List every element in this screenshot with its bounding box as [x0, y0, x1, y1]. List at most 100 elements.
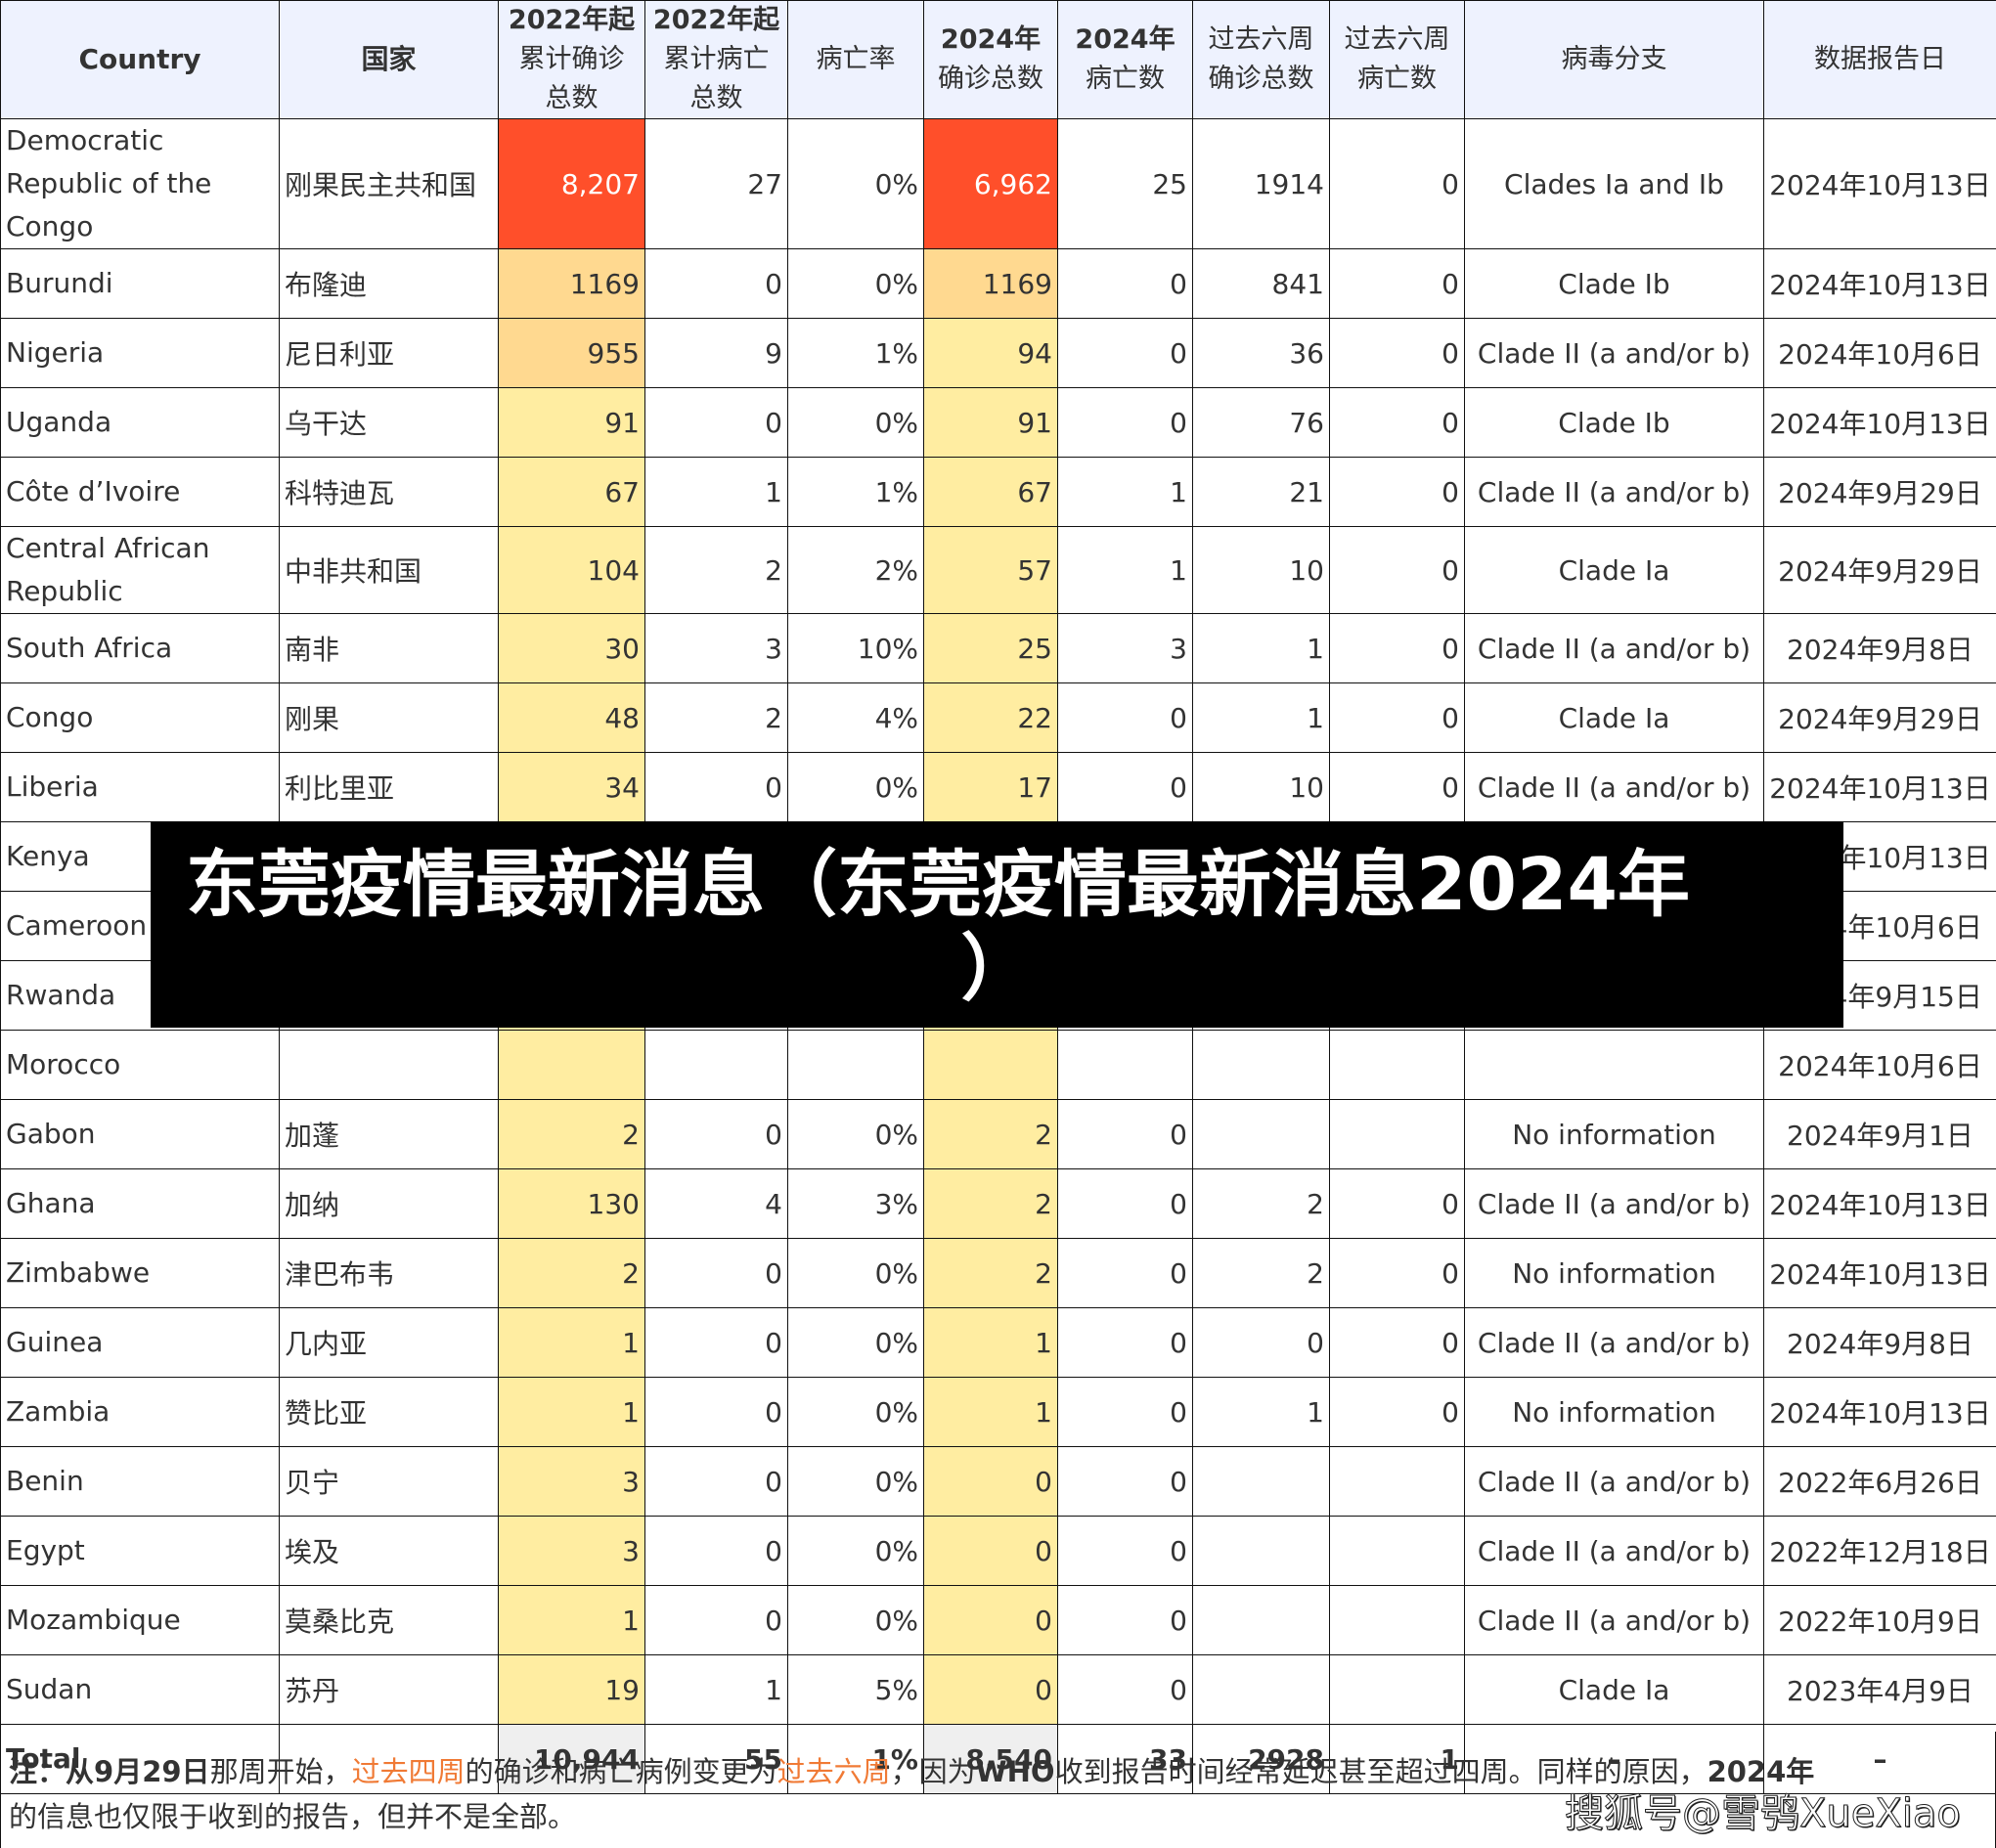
cases-6w-cell: 1914 — [1192, 118, 1330, 249]
cases-6w-cell — [1192, 1585, 1330, 1655]
header-line: 病亡数 — [1357, 64, 1437, 94]
table-row: Democratic Republic of the Congo 刚果民主共和国 8… — [0, 118, 1996, 249]
cum-deaths-cell: 0 — [644, 1585, 788, 1655]
deaths-6w-cell: 0 — [1329, 318, 1465, 388]
header-cases-6w: 过去六周 确诊总数 — [1192, 0, 1330, 119]
table-row: Egypt 埃及 3 0 0% 0 0 Clade II (a and/or b) 2022年1… — [0, 1516, 1996, 1586]
report-date-cell: 2024年9月29日 — [1763, 526, 1996, 614]
report-date-cell: 2022年10月9日 — [1763, 1585, 1996, 1655]
header-line: 总数 — [689, 83, 743, 113]
table-row: Guinea 几内亚 1 0 0% 1 0 0 0 Clade II (a and/or b) 20… — [0, 1307, 1996, 1378]
note-text: 的确诊和病亡病例变更为 — [465, 1755, 777, 1788]
cum-cases-cell: 34 — [498, 752, 645, 822]
table-row: Sudan 苏丹 19 1 5% 0 0 Clade Ia 2023年4月9日 — [0, 1654, 1996, 1725]
country-cell: Gabon — [0, 1099, 280, 1169]
report-date-cell: 2024年10月13日 — [1763, 1168, 1996, 1239]
cfr-cell: 0% — [787, 1446, 924, 1517]
deaths-2024-cell: 0 — [1057, 1099, 1193, 1169]
cum-deaths-cell: 3 — [644, 613, 788, 683]
header-line: 2022年起 — [508, 5, 636, 35]
cases-6w-cell: 1 — [1192, 682, 1330, 753]
cfr-cell: 1% — [787, 457, 924, 527]
cases-6w-cell: 1 — [1192, 613, 1330, 683]
cum-cases-cell: 48 — [498, 682, 645, 753]
clade-cell: No information — [1464, 1099, 1764, 1169]
note-text: 从9月29日 — [66, 1755, 210, 1788]
clade-cell: Clade II (a and/or b) — [1464, 752, 1764, 822]
country-cell: Liberia — [0, 752, 280, 822]
table-row: Benin 贝宁 3 0 0% 0 0 Clade II (a and/or b) 2022年6… — [0, 1446, 1996, 1517]
note-text: ，因为 — [890, 1755, 976, 1788]
clade-cell: Clade II (a and/or b) — [1464, 613, 1764, 683]
report-date-cell: 2024年9月8日 — [1763, 613, 1996, 683]
country-zh-cell: 南非 — [279, 613, 499, 683]
clade-cell: Clade II (a and/or b) — [1464, 457, 1764, 527]
clade-cell: Clade II (a and/or b) — [1464, 1307, 1764, 1378]
cum-deaths-cell: 0 — [644, 248, 788, 319]
table-row: Congo 刚果 48 2 4% 22 0 1 0 Clade Ia 2024年9月29日 — [0, 682, 1996, 753]
country-cell: Benin — [0, 1446, 280, 1517]
table-row: Gabon 加蓬 2 0 0% 2 0 No information 2024年9月1日 — [0, 1099, 1996, 1169]
cum-deaths-cell: 2 — [644, 526, 788, 614]
header-line: 累计病亡 — [663, 44, 770, 74]
country-zh-cell: 苏丹 — [279, 1654, 499, 1725]
header-cases-2024: 2024年 确诊总数 — [923, 0, 1058, 119]
cases-6w-cell — [1192, 1516, 1330, 1586]
cfr-cell — [787, 1030, 924, 1100]
deaths-2024-cell — [1057, 1030, 1193, 1100]
country-zh-cell: 贝宁 — [279, 1446, 499, 1517]
report-date-cell: 2022年12月18日 — [1763, 1516, 1996, 1586]
cases-2024-cell: 25 — [923, 613, 1058, 683]
deaths-6w-cell — [1329, 1654, 1465, 1725]
deaths-6w-cell: 0 — [1329, 526, 1465, 614]
country-cell: Zambia — [0, 1377, 280, 1447]
header-line: 病亡数 — [1086, 64, 1165, 94]
clade-cell: Clade II (a and/or b) — [1464, 1168, 1764, 1239]
header-line: 2022年起 — [652, 5, 780, 35]
cases-6w-cell — [1192, 1099, 1330, 1169]
note-prefix: 注： — [9, 1755, 67, 1788]
deaths-6w-cell: 0 — [1329, 1168, 1465, 1239]
deaths-2024-cell: 0 — [1057, 1654, 1193, 1725]
country-zh-cell: 利比里亚 — [279, 752, 499, 822]
cum-deaths-cell: 1 — [644, 1654, 788, 1725]
country-zh-cell: 津巴布韦 — [279, 1238, 499, 1308]
clade-cell: Clade II (a and/or b) — [1464, 318, 1764, 388]
deaths-2024-cell: 0 — [1057, 1446, 1193, 1517]
clade-cell: No information — [1464, 1238, 1764, 1308]
country-cell: Democratic Republic of the Congo — [0, 118, 280, 249]
cases-2024-cell: 2 — [923, 1238, 1058, 1308]
country-cell: Ghana — [0, 1168, 280, 1239]
cases-6w-cell: 10 — [1192, 752, 1330, 822]
deaths-6w-cell: 0 — [1329, 387, 1465, 458]
table-row: Nigeria 尼日利亚 955 9 1% 94 0 36 0 Clade II (a and/o… — [0, 318, 1996, 388]
report-date-cell: 2024年10月13日 — [1763, 387, 1996, 458]
country-zh-cell: 尼日利亚 — [279, 318, 499, 388]
clade-cell — [1464, 1030, 1764, 1100]
report-date-cell: 2024年9月8日 — [1763, 1307, 1996, 1378]
cases-2024-cell: 17 — [923, 752, 1058, 822]
cfr-cell: 3% — [787, 1168, 924, 1239]
deaths-2024-cell: 25 — [1057, 118, 1193, 249]
cfr-cell: 5% — [787, 1654, 924, 1725]
cum-cases-cell: 3 — [498, 1516, 645, 1586]
cum-cases-cell: 130 — [498, 1168, 645, 1239]
cum-deaths-cell: 4 — [644, 1168, 788, 1239]
cases-6w-cell: 2 — [1192, 1168, 1330, 1239]
country-zh-cell: 加蓬 — [279, 1099, 499, 1169]
table-row: Burundi 布隆迪 1169 0 0% 1169 0 841 0 Clade Ib 2024年1… — [0, 248, 1996, 319]
country-cell: Mozambique — [0, 1585, 280, 1655]
country-cell: Burundi — [0, 248, 280, 319]
report-date-cell: 2024年10月13日 — [1763, 1377, 1996, 1447]
header-line: 2024年 — [940, 24, 1042, 55]
country-cell: Côte d’Ivoire — [0, 457, 280, 527]
cfr-cell: 0% — [787, 1307, 924, 1378]
cfr-cell: 0% — [787, 752, 924, 822]
cfr-cell: 4% — [787, 682, 924, 753]
cases-2024-cell: 2 — [923, 1168, 1058, 1239]
overlay-title-line1: 东莞疫情最新消息（东莞疫情最新消息2024年 — [186, 843, 1690, 927]
note-text: WHO — [975, 1755, 1055, 1788]
cfr-cell: 0% — [787, 1238, 924, 1308]
cum-cases-cell — [498, 1030, 645, 1100]
cum-deaths-cell: 1 — [644, 457, 788, 527]
